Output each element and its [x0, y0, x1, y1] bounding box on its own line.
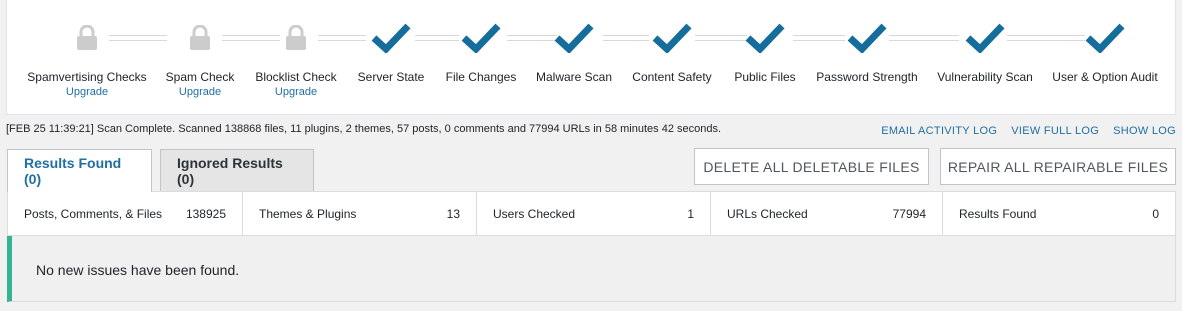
checkmark-icon [801, 18, 933, 58]
summary-label: URLs Checked [727, 206, 808, 221]
summary-label: Results Found [959, 206, 1037, 221]
summary-value: 138925 [185, 206, 226, 221]
scan-summary-row: Posts, Comments, & Files 138925 Themes &… [7, 191, 1176, 236]
stage-label: Vulnerability Scan [937, 70, 1033, 84]
tab-results-found[interactable]: Results Found (0) [7, 149, 152, 192]
summary-themes-plugins: Themes & Plugins 13 [243, 192, 477, 235]
summary-users-checked: Users Checked 1 [477, 192, 711, 235]
summary-label: Users Checked [493, 206, 576, 221]
checkmark-icon [1039, 18, 1171, 58]
upgrade-link[interactable]: Upgrade [230, 86, 362, 98]
stage-label: User & Option Audit [1052, 70, 1158, 84]
repair-all-repairable-files-button[interactable]: REPAIR ALL REPAIRABLE FILES [940, 148, 1176, 185]
stage-user-option-audit: User & Option Audit [1039, 18, 1171, 84]
summary-urls-checked: URLs Checked 77994 [711, 192, 943, 235]
summary-value: 1 [687, 206, 694, 221]
results-panel: No new issues have been found. [7, 236, 1176, 302]
summary-label: Posts, Comments, & Files [24, 206, 163, 221]
delete-all-deletable-files-button[interactable]: DELETE ALL DELETABLE FILES [694, 148, 929, 185]
summary-posts-comments-files: Posts, Comments, & Files 138925 [8, 192, 243, 235]
scan-status-text: [FEB 25 11:39:21] Scan Complete. Scanned… [6, 123, 722, 135]
summary-value: 13 [446, 206, 460, 221]
stage-vulnerability-scan: Vulnerability Scan [919, 18, 1051, 84]
summary-results-found: Results Found 0 [943, 192, 1175, 235]
tab-ignored-results[interactable]: Ignored Results (0) [160, 149, 314, 191]
stage-password-strength: Password Strength [801, 18, 933, 84]
show-log-link[interactable]: SHOW LOG [1113, 125, 1176, 137]
checkmark-icon [919, 18, 1051, 58]
email-activity-log-link[interactable]: EMAIL ACTIVITY LOG [881, 125, 997, 137]
summary-value: 0 [1152, 206, 1159, 221]
no-issues-message: No new issues have been found. [36, 262, 240, 278]
summary-label: Themes & Plugins [259, 206, 357, 221]
view-full-log-link[interactable]: VIEW FULL LOG [1011, 125, 1099, 137]
log-links: EMAIL ACTIVITY LOG VIEW FULL LOG SHOW LO… [881, 125, 1176, 137]
scan-stages-panel: Spamvertising Checks Upgrade Spam Check … [6, 0, 1176, 115]
stage-label: Password Strength [816, 70, 918, 84]
summary-value: 77994 [892, 206, 926, 221]
